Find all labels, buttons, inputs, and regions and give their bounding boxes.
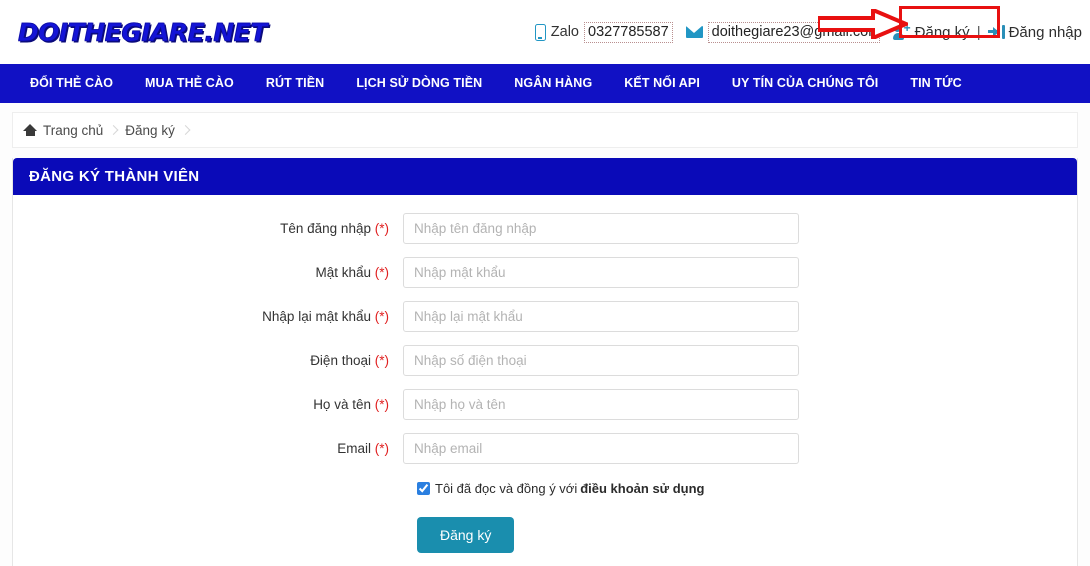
- main-navigation: ĐỔI THẺ CÀO MUA THẺ CÀO RÚT TIỀN LỊCH SỬ…: [0, 64, 1090, 103]
- nav-item-tin-tuc[interactable]: TIN TỨC: [894, 64, 977, 103]
- nav-item-ngan-hang[interactable]: NGÂN HÀNG: [498, 64, 608, 103]
- panel-title: ĐĂNG KÝ THÀNH VIÊN: [13, 158, 1077, 195]
- zalo-label: Zalo: [550, 24, 579, 40]
- register-form: Tên đăng nhập (*) Mật khẩu (*) Nhập lại …: [13, 195, 1077, 566]
- label-confirm-password: Nhập lại mật khẩu (*): [13, 309, 403, 324]
- terms-link[interactable]: điều khoản sử dụng: [580, 481, 704, 496]
- label-email: Email (*): [13, 441, 403, 456]
- nav-item-mua-the-cao[interactable]: MUA THẺ CÀO: [129, 64, 250, 103]
- login-link-label: Đăng nhập: [1008, 23, 1082, 41]
- chevron-right-icon: [108, 125, 119, 135]
- form-row-fullname: Họ và tên (*): [13, 389, 1077, 420]
- label-phone-text: Điện thoại: [310, 353, 371, 368]
- page-root: DOITHEGIARE.NET Zalo 0327785587 doithegi…: [0, 0, 1090, 566]
- nav-item-doi-the-cao[interactable]: ĐỔI THẺ CÀO: [14, 64, 129, 103]
- email-address[interactable]: doithegiare23@gmail.com: [707, 21, 880, 43]
- breadcrumb-item-home[interactable]: Trang chủ: [23, 123, 125, 138]
- label-password: Mật khẩu (*): [13, 265, 403, 280]
- label-username-text: Tên đăng nhập: [280, 221, 371, 236]
- nav-item-uy-tin[interactable]: UY TÍN CỦA CHÚNG TÔI: [716, 64, 894, 103]
- terms-agreement-row: Tôi đã đọc và đồng ý với điều khoản sử d…: [417, 481, 1077, 496]
- zalo-contact: Zalo 0327785587: [534, 21, 673, 43]
- required-marker: (*): [374, 397, 389, 412]
- user-plus-icon: +: [892, 22, 911, 40]
- register-submit-button[interactable]: Đăng ký: [417, 517, 515, 553]
- email-field[interactable]: [403, 433, 799, 464]
- terms-text: Tôi đã đọc và đồng ý với: [435, 481, 578, 496]
- nav-item-rut-tien[interactable]: RÚT TIỀN: [250, 64, 340, 103]
- required-marker: (*): [374, 265, 389, 280]
- label-fullname-text: Họ và tên: [313, 397, 371, 412]
- breadcrumb-home-label: Trang chủ: [43, 122, 104, 138]
- auth-links: + Đăng ký | Đăng nhập: [892, 22, 1082, 41]
- register-link[interactable]: + Đăng ký: [892, 22, 970, 41]
- required-marker: (*): [374, 309, 389, 324]
- label-fullname: Họ và tên (*): [13, 397, 403, 412]
- register-panel: ĐĂNG KÝ THÀNH VIÊN Tên đăng nhập (*) Mật…: [12, 158, 1078, 566]
- label-email-text: Email: [337, 441, 371, 456]
- register-link-label: Đăng ký: [914, 23, 970, 41]
- site-logo[interactable]: DOITHEGIARE.NET: [10, 17, 268, 47]
- form-row-password: Mật khẩu (*): [13, 257, 1077, 288]
- top-bar-right: Zalo 0327785587 doithegiare23@gmail.com …: [534, 21, 1086, 43]
- phone-icon: [534, 23, 546, 41]
- username-field[interactable]: [403, 213, 799, 244]
- top-bar: DOITHEGIARE.NET Zalo 0327785587 doithegi…: [0, 0, 1090, 64]
- auth-separator: |: [976, 23, 981, 41]
- email-contact: doithegiare23@gmail.com: [685, 21, 880, 43]
- label-confirm-password-text: Nhập lại mật khẩu: [262, 309, 371, 324]
- terms-checkbox[interactable]: [417, 482, 430, 495]
- login-link[interactable]: Đăng nhập: [987, 23, 1082, 41]
- phone-field[interactable]: [403, 345, 799, 376]
- label-username: Tên đăng nhập (*): [13, 221, 403, 236]
- form-row-email: Email (*): [13, 433, 1077, 464]
- fullname-field[interactable]: [403, 389, 799, 420]
- form-row-username: Tên đăng nhập (*): [13, 213, 1077, 244]
- zalo-number[interactable]: 0327785587: [584, 21, 673, 43]
- form-row-phone: Điện thoại (*): [13, 345, 1077, 376]
- submit-row: Đăng ký: [417, 517, 1077, 553]
- required-marker: (*): [374, 353, 389, 368]
- confirm-password-field[interactable]: [403, 301, 799, 332]
- breadcrumb-current-label: Đăng ký: [125, 122, 175, 138]
- required-marker: (*): [374, 221, 389, 236]
- mail-icon: [685, 26, 703, 38]
- sign-in-icon: [987, 25, 1005, 39]
- label-password-text: Mật khẩu: [315, 265, 371, 280]
- nav-item-lich-su-dong-tien[interactable]: LỊCH SỬ DÒNG TIỀN: [340, 64, 498, 103]
- chevron-right-icon: [180, 125, 191, 135]
- breadcrumb-item-current: Đăng ký: [125, 123, 197, 138]
- breadcrumb: Trang chủ Đăng ký: [12, 112, 1078, 148]
- nav-item-ket-noi-api[interactable]: KẾT NỐI API: [608, 64, 716, 103]
- required-marker: (*): [374, 441, 389, 456]
- form-row-confirm-password: Nhập lại mật khẩu (*): [13, 301, 1077, 332]
- password-field[interactable]: [403, 257, 799, 288]
- label-phone: Điện thoại (*): [13, 353, 403, 368]
- home-icon: [23, 123, 37, 137]
